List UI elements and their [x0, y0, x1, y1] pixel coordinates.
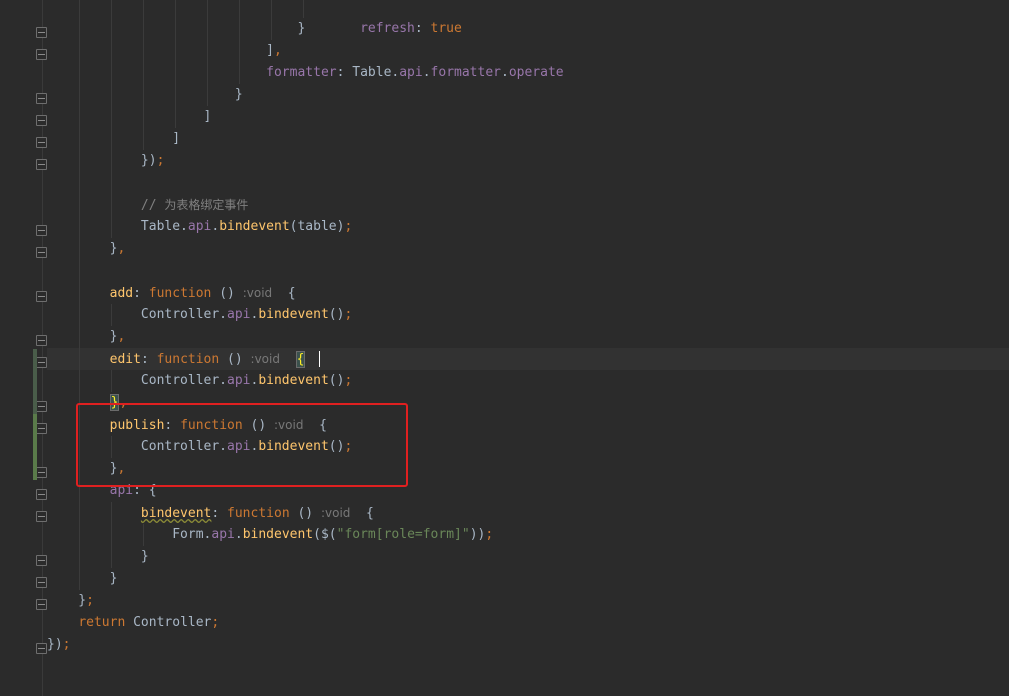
code-line-add: add: function () :void { — [47, 282, 1009, 304]
fold-marker-icon[interactable] — [36, 423, 47, 434]
code-line — [47, 172, 1009, 194]
fold-marker-icon[interactable] — [36, 93, 47, 104]
code-line — [47, 260, 1009, 282]
code-line: Table.api.bindevent(table); — [47, 216, 1009, 238]
fold-marker-icon[interactable] — [36, 357, 47, 368]
fold-marker-icon[interactable] — [36, 225, 47, 236]
vcs-change-marker[interactable] — [33, 414, 37, 480]
fold-marker-icon[interactable] — [36, 137, 47, 148]
code-line: formatter: Table.api.formatter.operate — [47, 62, 1009, 84]
fold-marker-icon[interactable] — [36, 159, 47, 170]
code-line: } — [47, 18, 1009, 40]
code-line: }); — [47, 150, 1009, 172]
code-line: // 为表格绑定事件 — [47, 194, 1009, 216]
fold-marker-icon[interactable] — [36, 577, 47, 588]
code-line: }, — [47, 238, 1009, 260]
code-line: ] — [47, 106, 1009, 128]
code-line: Controller.api.bindevent(); — [47, 304, 1009, 326]
fold-marker-icon[interactable] — [36, 489, 47, 500]
code-line: } — [47, 568, 1009, 590]
code-line: }, — [47, 326, 1009, 348]
editor-gutter — [0, 0, 43, 696]
code-line: Controller.api.bindevent(); — [47, 370, 1009, 392]
vcs-change-marker[interactable] — [33, 349, 37, 414]
code-line: } — [47, 84, 1009, 106]
code-line: return Controller; — [78, 615, 220, 630]
code-area[interactable]: refresh: true } ], formatter: Table.api.… — [47, 0, 1009, 656]
fold-marker-icon[interactable] — [36, 643, 47, 654]
text-caret — [319, 351, 320, 367]
code-line: refresh: true — [47, 0, 1009, 36]
code-line: bindevent: function () :void { — [47, 502, 1009, 524]
code-line-edit: edit: function () :void { — [47, 348, 1009, 370]
fold-marker-icon[interactable] — [36, 49, 47, 60]
fold-marker-icon[interactable] — [36, 511, 47, 522]
code-line: }); — [47, 637, 71, 652]
code-line: } — [47, 546, 1009, 568]
code-line: ], — [47, 40, 1009, 62]
fold-marker-icon[interactable] — [36, 555, 47, 566]
fold-marker-icon[interactable] — [36, 247, 47, 258]
fold-marker-icon[interactable] — [36, 599, 47, 610]
publish-method-highlight-box — [76, 403, 408, 487]
fold-marker-icon[interactable] — [36, 467, 47, 478]
fold-marker-icon[interactable] — [36, 27, 47, 38]
fold-marker-icon[interactable] — [36, 401, 47, 412]
code-line: ] — [47, 128, 1009, 150]
fold-marker-icon[interactable] — [36, 291, 47, 302]
fold-marker-icon[interactable] — [36, 335, 47, 346]
fold-marker-icon[interactable] — [36, 115, 47, 126]
code-comment: 为表格绑定事件 — [164, 198, 249, 212]
code-line: Form.api.bindevent($("form[role=form]"))… — [47, 524, 1009, 546]
code-line: }; — [47, 593, 94, 608]
